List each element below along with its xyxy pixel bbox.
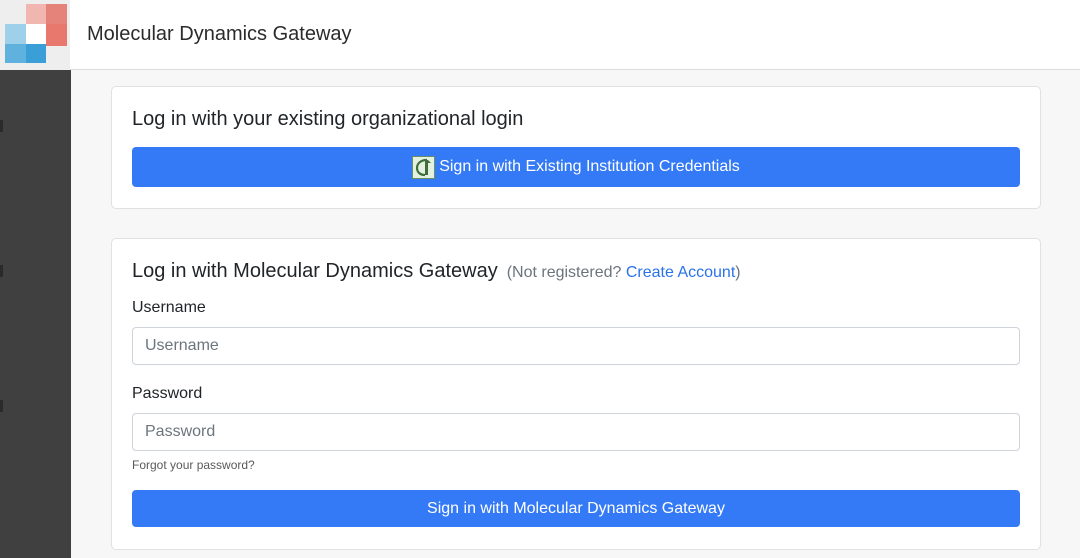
not-registered-suffix: ) (735, 264, 741, 281)
institution-logo-icon (412, 155, 436, 179)
app-title: Molecular Dynamics Gateway (87, 23, 352, 45)
password-input[interactable] (132, 413, 1020, 451)
app-header: Molecular Dynamics Gateway (0, 0, 1080, 70)
org-login-heading: Log in with your existing organizational… (132, 108, 524, 130)
sidebar-marker (0, 400, 3, 412)
logo-square-red (46, 4, 67, 26)
institution-signin-label: Sign in with Existing Institution Creden… (439, 158, 740, 175)
gateway-signin-label: Sign in with Molecular Dynamics Gateway (427, 499, 725, 517)
gateway-login-heading: Log in with Molecular Dynamics Gateway (N… (132, 259, 741, 285)
gateway-login-title: Log in with Molecular Dynamics Gateway (132, 260, 498, 282)
forgot-password-link[interactable]: Forgot your password? (132, 458, 255, 472)
not-registered-note: (Not registered? Create Account) (507, 264, 741, 281)
gateway-login-card: Log in with Molecular Dynamics Gateway (N… (111, 238, 1041, 550)
logo-square-blue (5, 44, 27, 63)
institution-signin-button[interactable]: Sign in with Existing Institution Creden… (132, 147, 1020, 187)
gateway-logo[interactable] (0, 0, 70, 70)
sidebar (0, 70, 71, 558)
not-registered-prefix: (Not registered? (506, 264, 626, 281)
gateway-signin-button[interactable]: Sign in with Molecular Dynamics Gateway (132, 490, 1020, 527)
sidebar-marker (0, 265, 3, 277)
username-input[interactable] (132, 327, 1020, 365)
org-login-card: Log in with your existing organizational… (111, 86, 1041, 209)
logo-square-light-blue (5, 24, 27, 46)
username-label: Username (132, 299, 206, 316)
main-content: Log in with your existing organizational… (71, 70, 1080, 558)
create-account-link[interactable]: Create Account (626, 264, 735, 281)
logo-square-blue-dark (26, 44, 46, 63)
logo-square-pink (26, 4, 48, 26)
sidebar-marker (0, 120, 3, 132)
logo-square-white (26, 24, 46, 46)
password-label: Password (132, 385, 203, 402)
logo-square-red-large (46, 24, 67, 46)
